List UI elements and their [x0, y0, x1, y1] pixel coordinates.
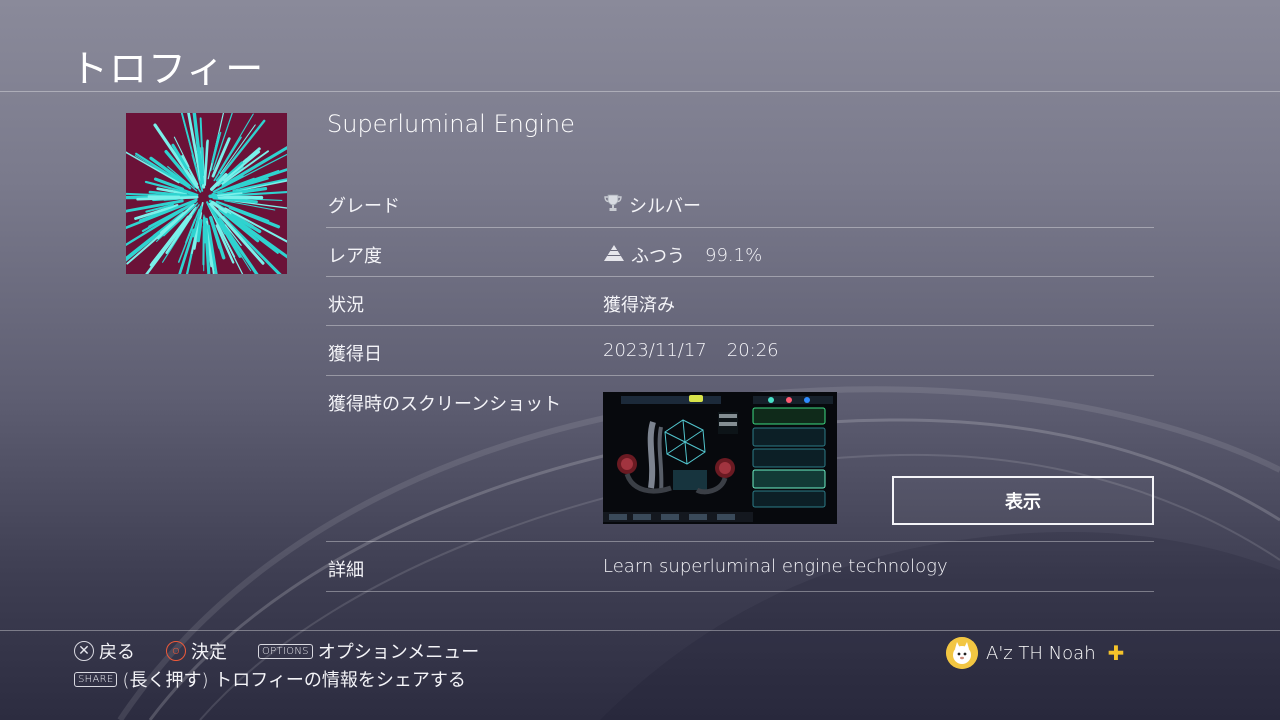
grade-text: シルバー [629, 196, 701, 217]
rarity-percent: 99.1% [705, 244, 763, 266]
row-grade: グレード シルバー [326, 178, 1154, 228]
row-screenshot: 獲得時のスクリーンショット 表示 [326, 376, 1154, 542]
burst-ray [203, 139, 209, 186]
trophy-icon-image [126, 113, 287, 274]
circle-button-icon: ○ [166, 641, 186, 661]
username: A'z TH Noah [986, 642, 1096, 664]
screenshot-label: 獲得時のスクリーンショット [328, 394, 562, 415]
options-key-icon: OPTIONS [258, 643, 313, 659]
rarity-value: ふつう 99.1% [603, 242, 762, 268]
silver-trophy-icon [603, 193, 623, 218]
trophy-name: Superluminal Engine [327, 110, 575, 138]
view-screenshot-button[interactable]: 表示 [892, 476, 1154, 525]
hint-options[interactable]: OPTIONS オプションメニュー [258, 638, 479, 664]
detail-label: 詳細 [328, 560, 364, 581]
hint-options-label: オプションメニュー [317, 642, 480, 663]
cross-button-icon: ✕ [74, 641, 94, 661]
hint-share-label: (長く押す) トロフィーの情報をシェアする [122, 670, 466, 691]
grade-value: シルバー [603, 192, 701, 218]
row-detail: 詳細 Learn superluminal engine technology [326, 542, 1154, 592]
row-status: 状況 獲得済み [326, 277, 1154, 326]
ps-plus-icon: ✚ [1107, 641, 1125, 665]
hint-share[interactable]: SHARE (長く押す) トロフィーの情報をシェアする [74, 666, 466, 692]
user-profile[interactable]: A'z TH Noah ✚ [946, 637, 1124, 669]
rarity-pyramid-icon [603, 244, 625, 267]
row-earned-date: 獲得日 2023/11/17 20:26 [326, 326, 1154, 376]
share-key-icon: SHARE [74, 671, 118, 687]
earned-date-value: 2023/11/17 20:26 [603, 340, 779, 361]
hint-back-label: 戻る [99, 642, 135, 663]
screenshot-thumbnail [603, 392, 837, 524]
earned-time: 20:26 [726, 340, 779, 361]
earned-date: 2023/11/17 [603, 340, 707, 361]
rarity-label: レア度 [328, 246, 382, 267]
grade-label: グレード [328, 196, 400, 217]
status-label: 状況 [328, 295, 364, 316]
hint-back[interactable]: ✕ 戻る [74, 638, 135, 664]
avatar [946, 637, 978, 669]
header: トロフィー [0, 0, 1280, 92]
page-title: トロフィー [70, 47, 265, 91]
rarity-text: ふつう [631, 246, 685, 267]
hint-confirm-label: 決定 [191, 642, 227, 663]
hint-confirm[interactable]: ○ 決定 [166, 638, 227, 664]
row-rarity: レア度 ふつう 99.1% [326, 228, 1154, 277]
earned-date-label: 獲得日 [328, 344, 382, 365]
status-value: 獲得済み [603, 295, 675, 316]
burst-ray [211, 133, 220, 164]
footer: ✕ 戻る ○ 決定 OPTIONS オプションメニュー SHARE (長く押す)… [0, 630, 1280, 720]
detail-value: Learn superluminal engine technology [603, 556, 948, 577]
burst-ray [217, 113, 254, 174]
